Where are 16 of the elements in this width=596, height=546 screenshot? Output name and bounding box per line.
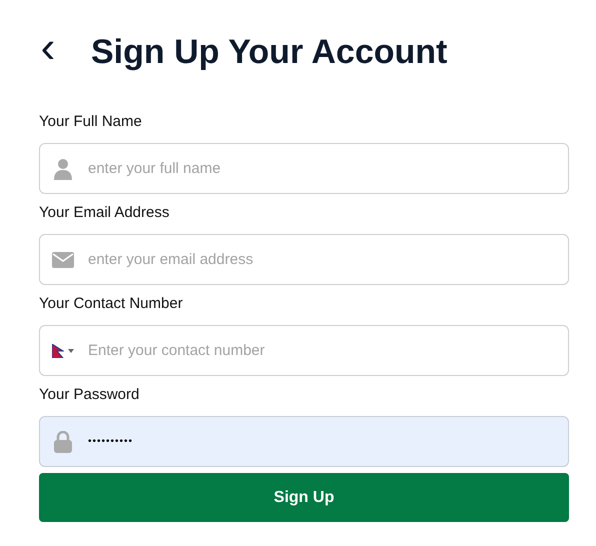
input-field[interactable]: enter your full name [39,143,569,194]
field-label: Your Full Name [39,112,143,132]
caret-icon[interactable] [68,348,74,352]
input-field[interactable]: Enter your contact number [39,325,569,376]
sign-up-button[interactable]: Sign Up [39,473,569,522]
input-field[interactable]: enter your email address [39,234,569,285]
field-label: Your Password [39,385,140,405]
field-label: Your Email Address [39,203,170,223]
flag-icon [52,344,64,358]
person-icon [53,158,73,180]
lock-icon [54,430,72,452]
back-button[interactable]: ‹ [39,26,57,78]
field-label: Your Contact Number [39,294,184,314]
envelope-icon [52,252,74,268]
password-field[interactable]: •••••••••• [39,416,569,467]
page-title: Sign Up Your Account [91,35,448,69]
